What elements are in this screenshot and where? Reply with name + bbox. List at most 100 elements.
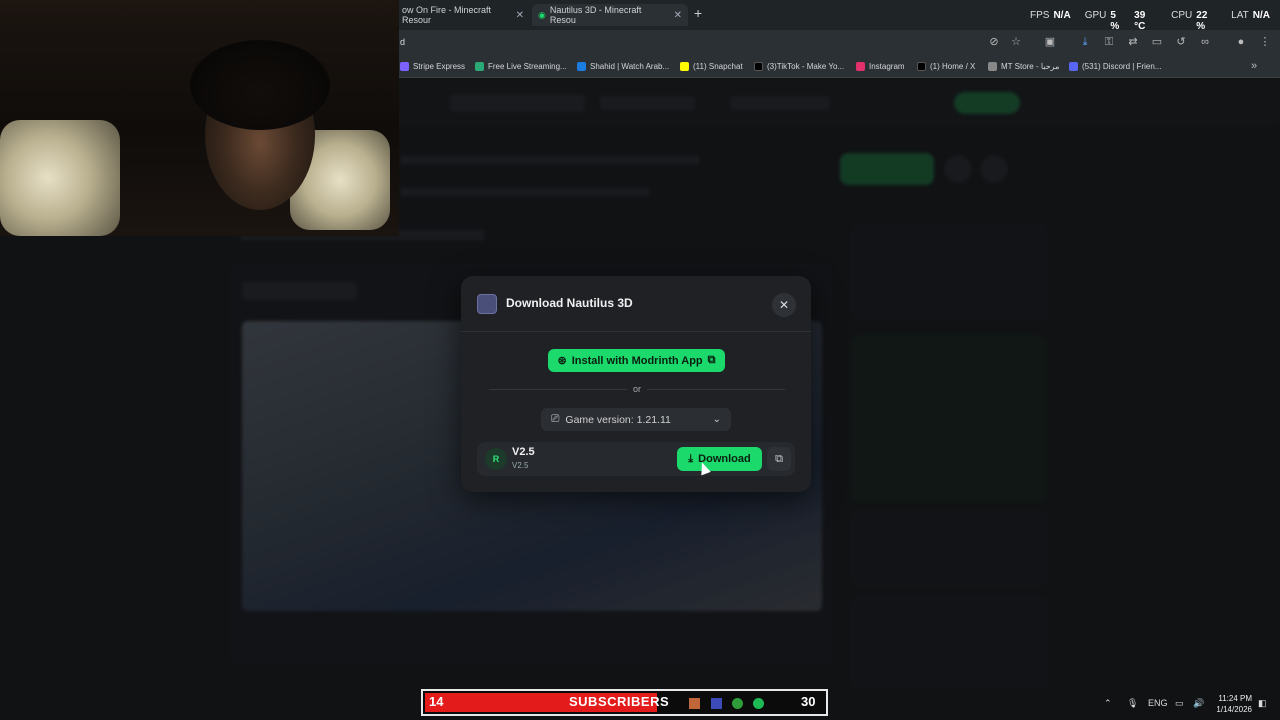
extensions-icon[interactable]: ▣ [1042,34,1058,50]
project-icon [477,294,497,314]
tab-label: Nautilus 3D - Minecraft Resou [549,5,642,25]
chevron-down-icon: ⌄ [712,414,721,425]
x-icon [917,61,926,71]
language-indicator[interactable]: ENG [1148,698,1168,708]
bookmark-label: (531) Discord | Frien... [1082,61,1162,71]
new-tab-icon[interactable]: + [694,5,702,21]
instagram-icon [856,61,865,71]
download-icon[interactable]: ⤓ [1077,34,1093,50]
gpu-temp: 39 °C [1134,10,1146,32]
performance-stats: FPS N/A GPU 5 % 39 °C CPU 22 % LAT N/A [1030,10,1280,32]
link-icon[interactable]: ∞ [1197,34,1213,50]
lat-value: N/A [1252,10,1270,21]
xbox-icon[interactable] [732,698,743,709]
download-icon: ⤓ [688,452,694,465]
divider-left [489,389,627,390]
bookmark-mt-store[interactable]: MT Store - مرحبا [988,59,1059,73]
stream-icon [475,61,484,71]
bookmark-label: Shahid | Watch Arab... [590,61,670,71]
menu-icon[interactable]: ⋮ [1257,34,1273,50]
gpu-value: 5 % [1110,10,1120,32]
bookmark-free-live[interactable]: Free Live Streaming... [475,59,567,73]
modal-title: Download Nautilus 3D [506,296,633,310]
bookmark-label: Stripe Express [413,61,466,71]
bookmark-label: MT Store - مرحبا [1001,61,1060,71]
app-icon[interactable] [711,698,722,709]
network-icon[interactable]: ▭ [1175,698,1184,709]
clock-date: 1/14/2026 [1216,705,1252,714]
stripe-icon [400,61,409,71]
key-icon[interactable]: ⚿ [1101,34,1117,50]
install-label: Install with Modrinth App [571,354,703,367]
subscriber-goal: 30 [801,694,816,709]
history-icon[interactable]: ↺ [1173,34,1189,50]
subscriber-goal-bar: 14 SUBSCRIBERS 30 [421,689,828,716]
version-name: V2.5 [512,446,535,458]
game-version-label: Game version: 1.21.11 [565,413,671,426]
tab-resource-pack-1[interactable]: ow On Fire - Minecraft Resour ✕ [396,4,530,26]
fps-label: FPS [1030,10,1050,21]
fps-value: N/A [1053,10,1071,21]
cpu-label: CPU [1171,10,1193,21]
game-version-select[interactable]: ⎚ Game version: 1.21.11 ⌄ [541,408,731,431]
system-clock[interactable]: 11:24 PM 1/14/2026 [1210,693,1252,715]
bookmark-label: Free Live Streaming... [488,61,567,71]
release-avatar: R [485,448,507,470]
more-bookmarks-icon[interactable]: » [1251,59,1257,73]
notification-icon[interactable]: ◧ [1258,698,1267,709]
translate-icon[interactable]: ⇄ [1125,34,1141,50]
cpu-value: 22 % [1196,10,1208,32]
or-label: or [632,384,641,394]
subscriber-count: 14 [429,694,444,709]
bookmark-stripe[interactable]: Stripe Express [400,59,465,73]
bookmark-instagram[interactable]: Instagram [856,59,905,73]
tab-label: ow On Fire - Minecraft Resour [402,5,492,25]
bookmark-label: (3)TikTok - Make Yo... [767,61,845,71]
bookmark-discord[interactable]: (531) Discord | Frien... [1069,59,1161,73]
close-tab-icon[interactable]: ✕ [516,10,524,21]
bookmark-shahid[interactable]: Shahid | Watch Arab... [577,59,669,73]
person-hair [190,40,330,130]
modrinth-logo-icon: ⊛ [557,355,567,367]
gamepad-icon: ⎚ [551,413,560,425]
bookmark-snapchat[interactable]: (11) Snapchat [680,59,743,73]
close-tab-icon[interactable]: ✕ [674,10,682,21]
install-with-app-button[interactable]: ⊛ Install with Modrinth App ⧉ [548,349,725,372]
app-icon[interactable] [689,698,700,709]
close-icon[interactable]: ✕ [772,293,796,317]
eye-off-icon[interactable]: ⊘ [986,34,1002,50]
lat-label: LAT [1231,10,1249,21]
card-icon[interactable]: ▭ [1149,34,1165,50]
external-link-icon: ⧉ [707,354,716,366]
cushion-left [0,120,120,236]
bookmark-label: (1) Home / X [930,61,976,71]
discord-icon [1069,61,1078,71]
clock-time: 11:24 PM [1218,694,1252,703]
bookmark-tiktok[interactable]: (3)TikTok - Make Yo... [754,59,844,73]
snapchat-icon [680,61,689,71]
bookmark-label: (11) Snapchat [693,61,743,71]
spotify-icon[interactable] [753,698,764,709]
version-number: V2.5 [512,461,529,470]
version-row: R V2.5 V2.5 ⤓ Download ⧉ [477,442,795,476]
download-modal: Download Nautilus 3D ✕ ⊛ Install with Mo… [461,276,811,492]
open-external-icon[interactable]: ⧉ [767,447,791,471]
subscriber-label: SUBSCRIBERS [569,694,670,709]
microphone-icon[interactable]: 🎙 [1127,698,1138,709]
shahid-icon [577,61,586,71]
download-button[interactable]: ⤓ Download [677,447,762,471]
bookmark-label: Instagram [869,61,905,71]
modrinth-favicon-icon: ◉ [538,9,546,20]
chevron-up-icon[interactable]: ⌃ [1104,698,1112,709]
globe-icon [988,61,997,71]
gpu-label: GPU [1084,10,1107,21]
bookmark-x[interactable]: (1) Home / X [917,59,975,73]
divider-right [647,389,785,390]
profile-icon[interactable]: ● [1233,34,1249,50]
webcam-overlay [0,0,399,236]
tiktok-icon [754,61,763,71]
volume-icon[interactable]: 🔊 [1193,698,1204,709]
tab-nautilus-3d[interactable]: ◉ Nautilus 3D - Minecraft Resou ✕ [532,4,688,26]
url-text[interactable]: d [400,37,405,47]
star-icon[interactable]: ☆ [1008,34,1024,50]
